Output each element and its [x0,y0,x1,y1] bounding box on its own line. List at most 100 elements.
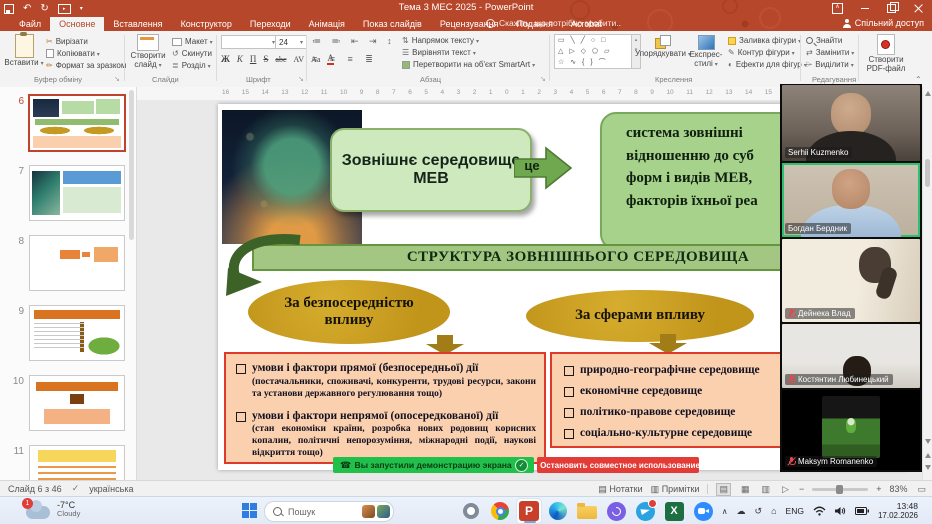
taskbar-app-button[interactable] [458,498,484,524]
alignment-buttons[interactable]: ≡ ≡ ≡ ≣ [312,54,378,65]
tell-me-search[interactable]: Скажіть, що потрібно зробити.. [486,18,621,28]
clock-widget[interactable]: 13:48 17.02.2026 [878,501,918,521]
replace-button[interactable]: ⇄Замінити [806,48,854,57]
scrollbar-thumb[interactable] [925,159,930,187]
italic-button[interactable]: К [237,54,243,64]
spellcheck-icon[interactable]: ✓ [72,483,80,494]
wifi-icon[interactable] [813,506,826,516]
taskbar-app-button[interactable] [545,498,571,524]
clipboard-dialog-launcher[interactable]: ↘ [114,75,120,83]
align-text-button[interactable]: ☰Вирівняти текст [402,48,476,57]
char-spacing-button[interactable]: AV [294,55,305,64]
slide-sorter-view-button[interactable]: ▦ [739,484,752,495]
smartart-button[interactable]: Перетворити на об'єкт SmartArt [402,60,535,69]
normal-view-button[interactable]: ▤ [716,483,731,496]
battery-icon[interactable] [855,507,869,515]
slideshow-view-button[interactable]: ▷ [780,484,791,495]
slide-thumbnail[interactable]: 9 [0,305,136,361]
shape-outline-button[interactable]: ✎Контур фігури [728,48,795,57]
language-switcher[interactable]: ENG [786,506,804,516]
start-button[interactable] [242,503,257,518]
slide-preview[interactable] [28,94,126,152]
zoom-out-button[interactable]: − [799,484,804,494]
ribbon-tab[interactable]: Конструктор [172,17,241,31]
slide-preview[interactable] [29,235,125,291]
ribbon-tab[interactable]: Анімація [300,17,354,31]
scroll-down-icon[interactable] [925,439,931,444]
ellipse-left[interactable]: За безпосередністю впливу [248,280,450,344]
ribbon-tab[interactable]: Показ слайдів [354,17,431,31]
close-button[interactable] [905,0,932,17]
ribbon-tab[interactable]: Файл [10,17,50,31]
previous-slide-icon[interactable] [925,453,931,458]
fit-slide-button[interactable]: ▭ [915,484,928,495]
participant-tile[interactable]: Богдан Бердник [782,163,920,237]
find-button[interactable]: Знайти [806,36,842,45]
text-direction-button[interactable]: ⇅Напрямок тексту [402,36,479,45]
taskbar-app-button[interactable] [574,498,600,524]
ribbon-display-options-button[interactable]: ∧ [824,0,851,17]
slide-thumbnail[interactable]: 7 [0,165,136,221]
update-icon[interactable]: ↺ [755,506,763,517]
font-name-combo[interactable]: ▾ [221,35,279,49]
comments-button[interactable]: ▥ Примітки [651,484,700,495]
slide-thumbnail[interactable]: 6 [0,95,136,151]
taskbar-app-button[interactable] [661,498,687,524]
weather-widget[interactable]: 1 -7°C Cloudy [26,500,80,519]
thumbnail-scrollbar[interactable] [129,90,134,240]
bold-button[interactable]: Ж [221,54,230,64]
taskbar-app-button[interactable] [603,498,629,524]
cut-button[interactable]: ✂Вирізати [46,37,88,46]
taskbar-app-button[interactable] [516,498,542,524]
ribbon-tab[interactable]: Основне [50,17,104,31]
ellipse-right[interactable]: За сферами впливу [526,290,754,342]
underline-button[interactable]: П [250,54,257,64]
restore-button[interactable] [878,0,905,17]
copy-button[interactable]: Копіювати [46,49,100,58]
quick-styles-button[interactable]: Експрес- стилі [686,35,726,69]
bullets-numbering-buttons[interactable]: ≔ ≕ ⇤ ⇥ ↕ [312,36,396,47]
reading-view-button[interactable]: ▥ [760,484,773,495]
direct-factors-box[interactable]: умови і фактори прямої (безпосередньої) … [224,352,546,464]
slide-thumbnail[interactable]: 10 [0,375,136,431]
slide-preview[interactable] [29,375,125,431]
new-slide-button[interactable]: Створити слайд [128,34,168,70]
minimize-button[interactable] [851,0,878,17]
font-dialog-launcher[interactable]: ↘ [298,75,304,83]
device-icon[interactable]: ⌂ [771,506,776,516]
paste-button[interactable]: Вставити [6,34,42,68]
stop-share-button[interactable]: Остановить совместное использование [537,457,699,473]
participant-tile[interactable]: Дейнека Влад [782,239,920,322]
zoom-slider[interactable] [812,488,868,491]
next-slide-icon[interactable] [925,465,931,470]
cloud-sync-icon[interactable]: ☁ [737,506,746,517]
select-button[interactable]: ⌲Виділити [806,60,854,69]
participant-tile[interactable]: Maksym Romanenko [782,390,920,470]
language-indicator[interactable]: українська [89,484,133,494]
slide-thumbnail[interactable]: 11 [0,445,136,480]
taskbar-app-button[interactable] [632,498,658,524]
ribbon-tab[interactable]: Переходи [241,17,300,31]
taskbar-search[interactable]: Пошук [264,501,394,522]
taskbar-app-button[interactable] [487,498,513,524]
taskbar-app-button[interactable] [690,498,716,524]
layout-button[interactable]: Макет [172,37,213,46]
scroll-up-icon[interactable] [925,91,931,96]
format-painter-button[interactable]: ✏Формат за зразком [46,61,126,70]
slide-preview[interactable] [29,445,125,480]
slide-thumbnail[interactable]: 8 [0,235,136,291]
create-pdf-button[interactable]: Створити PDF-файл [864,34,908,73]
clear-format-button[interactable]: abc [275,55,286,64]
ribbon-tab[interactable]: Вставлення [104,17,171,31]
tray-chevron-icon[interactable]: ∧ [722,507,728,516]
shape-effects-button[interactable]: ◐Ефекти для фігур [728,60,807,69]
strikethrough-button[interactable]: S [263,54,268,64]
paragraph-dialog-launcher[interactable]: ↘ [540,75,546,83]
reset-button[interactable]: ↺Скинути [172,49,212,58]
volume-icon[interactable] [835,506,846,516]
section-button[interactable]: ≣Розділ [172,61,211,70]
share-button[interactable]: Спільний доступ [843,18,924,28]
arrange-button[interactable]: Упорядкувати [640,35,686,59]
participant-tile[interactable]: Костянтин Любинецький [782,324,920,388]
vertical-scrollbar[interactable] [922,87,932,480]
